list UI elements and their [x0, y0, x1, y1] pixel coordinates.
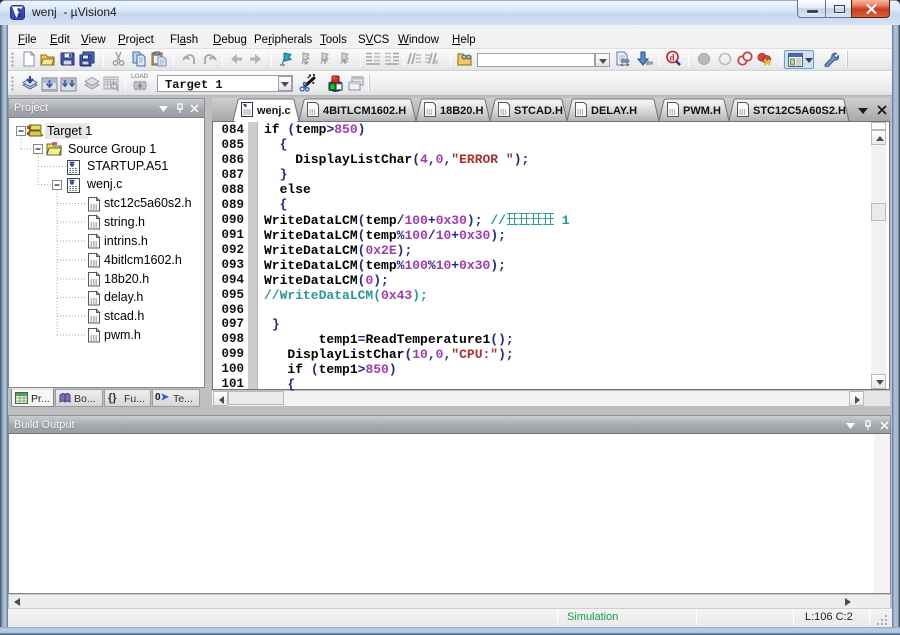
svg-text:18B20.H: 18B20.H [440, 105, 483, 117]
svg-text:4BITLCM1602.H: 4BITLCM1602.H [323, 105, 406, 117]
svg-text:DELAY.H: DELAY.H [591, 105, 637, 117]
svg-text:STCAD.H: STCAD.H [514, 105, 563, 117]
svg-text:STC12C5A60S2.H: STC12C5A60S2.H [753, 105, 846, 117]
svg-text:PWM.H: PWM.H [683, 105, 721, 117]
svg-text:d: d [670, 53, 675, 63]
svg-text:wenj.c: wenj.c [256, 105, 291, 117]
